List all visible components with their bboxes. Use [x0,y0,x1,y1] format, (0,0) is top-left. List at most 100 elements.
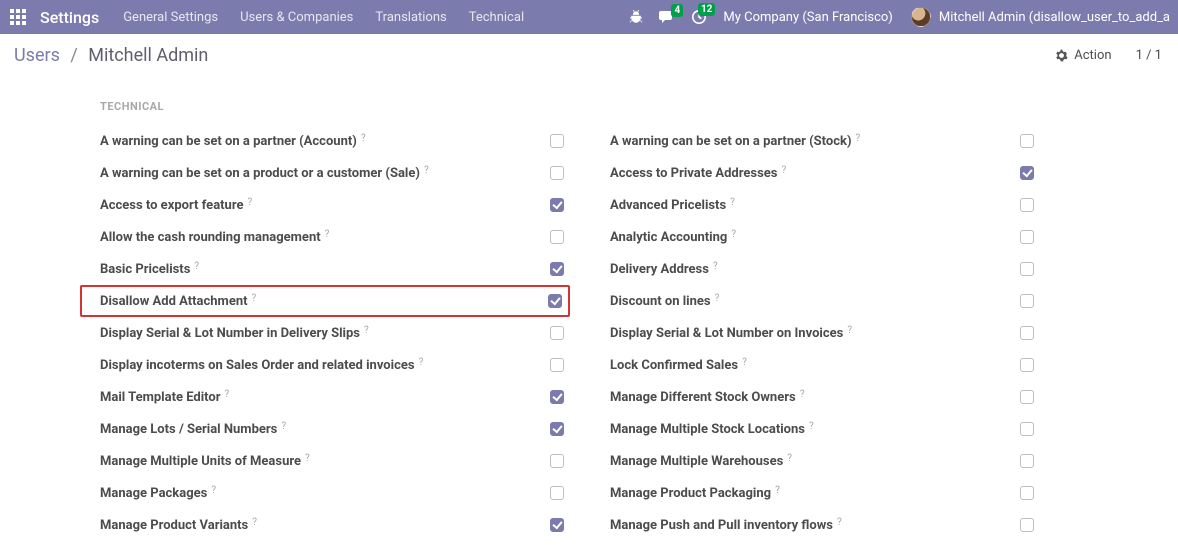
field-row: Manage Lots / Serial Numbers? [100,413,570,445]
help-icon[interactable]: ? [364,325,369,336]
nav-general-settings[interactable]: General Settings [123,10,218,25]
checkbox[interactable] [1020,390,1034,404]
field-label-text: Basic Pricelists [100,262,190,277]
field-label: A warning can be set on a partner (Stock… [610,134,1020,149]
help-icon[interactable]: ? [325,229,330,240]
field-label: Manage Push and Pull inventory flows? [610,518,1020,533]
company-selector[interactable]: My Company (San Francisco) [723,10,892,25]
action-dropdown[interactable]: Action [1055,48,1111,63]
help-icon[interactable]: ? [194,261,199,272]
field-row: Manage Packages? [100,477,570,509]
checkbox[interactable] [550,262,564,276]
field-label: Display Serial & Lot Number in Delivery … [100,326,550,341]
checkbox[interactable] [1020,230,1034,244]
field-row: A warning can be set on a product or a c… [100,157,570,189]
field-label-text: Disallow Add Attachment [100,294,248,309]
user-menu[interactable]: Mitchell Admin (disallow_user_to_add_a [911,7,1170,27]
field-row: Discount on lines? [610,285,1040,317]
activities-icon[interactable]: 12 [691,9,707,25]
help-icon[interactable]: ? [225,389,230,400]
field-label: Analytic Accounting? [610,230,1020,245]
checkbox[interactable] [1020,486,1034,500]
field-label: Manage Multiple Warehouses? [610,454,1020,469]
checkbox[interactable] [550,326,564,340]
messaging-icon[interactable]: 4 [659,10,675,24]
field-label-text: Advanced Pricelists [610,198,726,213]
checkbox[interactable] [550,134,564,148]
field-row: Allow the cash rounding management? [100,221,570,253]
help-icon[interactable]: ? [252,517,257,528]
field-row: Display Serial & Lot Number on Invoices? [610,317,1040,349]
help-icon[interactable]: ? [252,293,257,304]
field-row: Manage Different Stock Owners? [610,381,1040,413]
field-label-text: Manage Multiple Warehouses [610,454,783,469]
checkbox[interactable] [550,422,564,436]
help-icon[interactable]: ? [424,165,429,176]
field-label: Disallow Add Attachment? [100,294,548,309]
checkbox[interactable] [1020,326,1034,340]
field-row: Delivery Address? [610,253,1040,285]
field-row: Advanced Pricelists? [610,189,1040,221]
checkbox[interactable] [550,198,564,212]
help-icon[interactable]: ? [787,453,792,464]
field-row: Manage Multiple Units of Measure? [100,445,570,477]
help-icon[interactable]: ? [713,261,718,272]
nav-translations[interactable]: Translations [375,10,446,25]
field-label: A warning can be set on a product or a c… [100,166,550,181]
gear-icon [1055,49,1068,62]
checkbox[interactable] [550,390,564,404]
help-icon[interactable]: ? [775,485,780,496]
help-icon[interactable]: ? [730,197,735,208]
checkbox[interactable] [1020,358,1034,372]
checkbox[interactable] [1020,262,1034,276]
help-icon[interactable]: ? [211,485,216,496]
field-label: Allow the cash rounding management? [100,230,550,245]
help-icon[interactable]: ? [305,453,310,464]
form-sheet: TECHNICAL A warning can be set on a part… [78,78,1178,541]
help-icon[interactable]: ? [715,293,720,304]
help-icon[interactable]: ? [837,517,842,528]
help-icon[interactable]: ? [248,197,253,208]
help-icon[interactable]: ? [847,325,852,336]
field-row: Manage Multiple Warehouses? [610,445,1040,477]
help-icon[interactable]: ? [800,389,805,400]
help-icon[interactable]: ? [781,165,786,176]
nav-users-companies[interactable]: Users & Companies [240,10,353,25]
field-label-text: Allow the cash rounding management [100,230,321,245]
pager[interactable]: 1 / 1 [1136,48,1162,63]
checkbox[interactable] [550,358,564,372]
help-icon[interactable]: ? [731,229,736,240]
help-icon[interactable]: ? [742,357,747,368]
field-label: Delivery Address? [610,262,1020,277]
checkbox[interactable] [1020,294,1034,308]
checkbox[interactable] [1020,454,1034,468]
field-row: Manage Multiple Stock Locations? [610,413,1040,445]
help-icon[interactable]: ? [856,133,861,144]
checkbox[interactable] [550,166,564,180]
help-icon[interactable]: ? [419,357,424,368]
help-icon[interactable]: ? [809,421,814,432]
help-icon[interactable]: ? [281,421,286,432]
help-icon[interactable]: ? [361,133,366,144]
checkbox[interactable] [1020,134,1034,148]
field-label: Manage Multiple Units of Measure? [100,454,550,469]
checkbox[interactable] [548,294,562,308]
nav-technical[interactable]: Technical [469,10,524,25]
checkbox[interactable] [550,230,564,244]
checkbox[interactable] [1020,422,1034,436]
field-label: Basic Pricelists? [100,262,550,277]
apps-icon[interactable] [10,9,26,25]
field-label: Discount on lines? [610,294,1020,309]
breadcrumb-root[interactable]: Users [14,45,60,66]
debug-icon[interactable] [629,10,643,24]
checkbox[interactable] [1020,166,1034,180]
breadcrumb: Users / Mitchell Admin [14,45,208,66]
field-row: Basic Pricelists? [100,253,570,285]
checkbox[interactable] [550,518,564,532]
checkbox[interactable] [550,454,564,468]
checkbox[interactable] [550,486,564,500]
field-label-text: Manage Multiple Stock Locations [610,422,805,437]
checkbox[interactable] [1020,518,1034,532]
checkbox[interactable] [1020,198,1034,212]
field-label: Manage Multiple Stock Locations? [610,422,1020,437]
